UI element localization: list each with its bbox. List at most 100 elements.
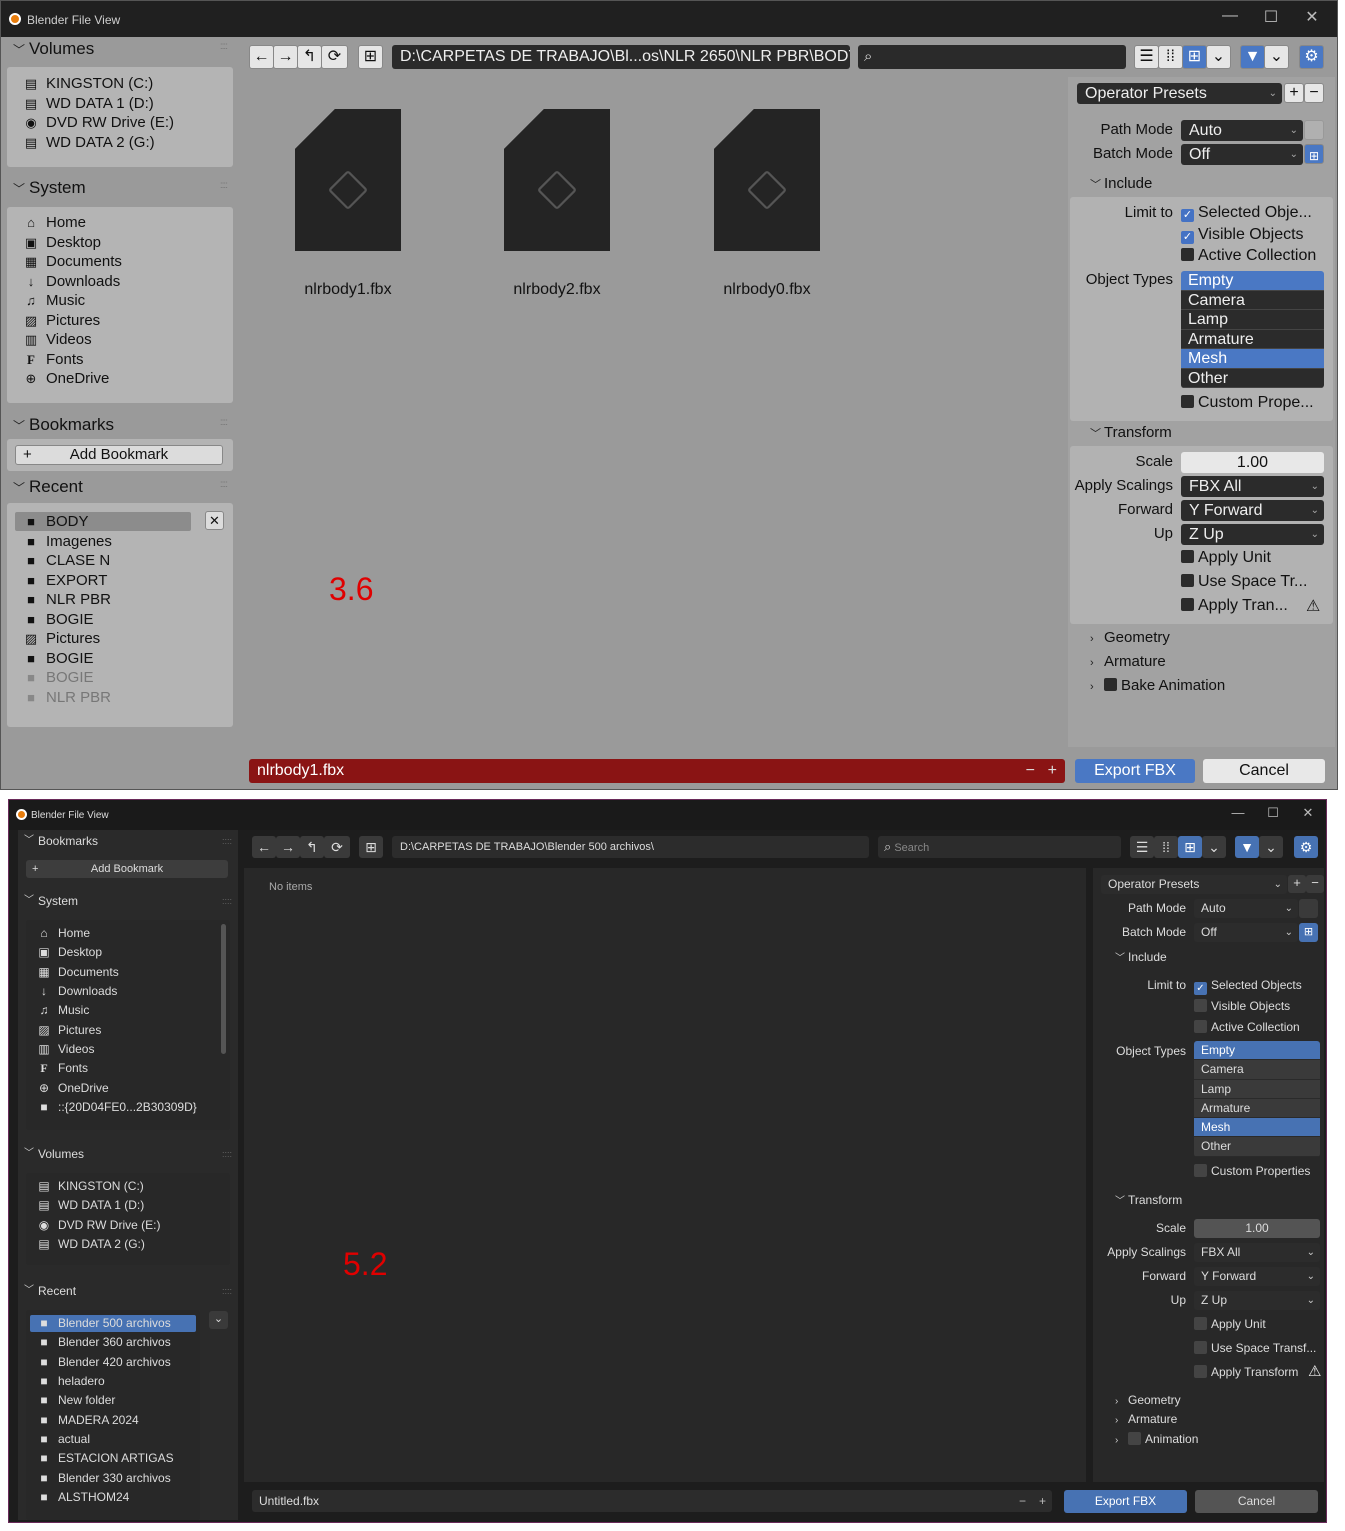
remove-preset-button[interactable]: − [1306,875,1324,893]
object-type-lamp[interactable]: Lamp [1181,310,1324,330]
use-space-transform-checkbox[interactable]: Use Space Tr... [1181,573,1307,591]
settings-gear-icon[interactable]: ⚙ [1299,45,1324,69]
volume-item[interactable]: ▤ WD DATA 1 (D:) [23,95,154,112]
system-item-onedrive[interactable]: ⊕ OneDrive [23,370,110,387]
filter-options-chevron-icon[interactable]: ⌄ [1259,836,1283,858]
close-button[interactable]: ✕ [1297,7,1327,27]
display-options-chevron-icon[interactable]: ⌄ [1206,45,1231,69]
scrollbar[interactable] [221,924,226,1054]
selected-objects-checkbox[interactable]: ✓ Selected Objects [1194,978,1302,995]
system-item-fonts[interactable]: F Fonts [23,351,84,368]
volume-item[interactable]: ◉ DVD RW Drive (E:) [36,1218,161,1232]
recent-item[interactable]: ■ Blender 500 archivos [36,1316,170,1330]
geometry-section-header[interactable]: › Geometry [1115,1393,1181,1407]
object-type-empty[interactable]: Empty [1181,271,1324,291]
system-item-home[interactable]: ⌂ Home [36,926,90,940]
include-section-header[interactable]: ﹀ Include [1090,175,1152,192]
export-fbx-button[interactable]: Export FBX [1075,759,1195,783]
section-header-bookmarks[interactable]: ﹀ Bookmarks:::: [7,415,233,439]
filter-icon[interactable]: ▼ [1240,45,1265,69]
volume-item[interactable]: ▤ WD DATA 2 (G:) [36,1237,145,1251]
active-collection-checkbox[interactable]: Active Collection [1181,247,1316,265]
recent-item[interactable]: ▨ Pictures [23,630,100,647]
apply-unit-checkbox[interactable]: Apply Unit [1194,1317,1266,1331]
recent-item[interactable]: ■ BOGIE [23,669,93,686]
directory-path-field[interactable]: D:\CARPETAS DE TRABAJO\Blender 500 archi… [392,836,869,858]
visible-objects-checkbox[interactable]: ✓ Visible Objects [1181,226,1304,244]
directory-path-field[interactable]: D:\CARPETAS DE TRABAJO\Bl...os\NLR 2650\… [392,45,850,69]
recent-item[interactable]: ■ actual [36,1432,90,1446]
object-type-armature[interactable]: Armature [1181,329,1324,349]
object-type-other[interactable]: Other [1181,368,1324,388]
volume-item[interactable]: ▤ KINGSTON (C:) [23,75,153,92]
batch-mode-dropdown[interactable]: Off ⌄ [1181,144,1303,165]
include-section-header[interactable]: ﹀ Include [1115,949,1167,964]
bake-animation-section-header[interactable]: › Bake Animation [1090,677,1225,695]
recent-item[interactable]: ■ CLASE N [23,552,110,569]
section-header-system[interactable]: ﹀ System:::: [18,890,238,912]
filter-icon[interactable]: ▼ [1235,836,1259,858]
recent-item[interactable]: ■ MADERA 2024 [36,1413,138,1427]
system-item-desktop[interactable]: ▣ Desktop [36,945,102,959]
cancel-button[interactable]: Cancel [1195,1490,1318,1513]
recent-item[interactable]: ■ Blender 360 archivos [36,1335,170,1349]
forward-arrow-icon[interactable]: → [273,45,298,69]
system-item-downloads[interactable]: ↓ Downloads [23,273,120,290]
recent-item[interactable]: ■ BOGIE [23,650,93,667]
new-folder-icon[interactable]: ⊞ [358,45,383,69]
use-space-transform-checkbox[interactable]: Use Space Transf... [1194,1341,1316,1355]
apply-unit-checkbox[interactable]: Apply Unit [1181,549,1271,567]
parent-directory-icon[interactable]: ↰ [300,836,324,858]
add-preset-button[interactable]: + [1288,875,1306,893]
scale-field[interactable]: 1.00 [1181,452,1324,473]
up-dropdown[interactable]: Z Up ⌄ [1181,524,1324,545]
maximize-button[interactable]: ☐ [1258,805,1288,821]
up-dropdown[interactable]: Z Up ⌄ [1194,1291,1320,1310]
add-preset-button[interactable]: + [1284,83,1304,103]
back-arrow-icon[interactable]: ← [252,836,276,858]
custom-properties-checkbox[interactable]: Custom Prope... [1181,394,1314,412]
settings-gear-icon[interactable]: ⚙ [1294,836,1318,858]
section-header-bookmarks[interactable]: ﹀ Bookmarks:::: [18,830,238,852]
display-options-chevron-icon[interactable]: ⌄ [1202,836,1226,858]
object-type-lamp[interactable]: Lamp [1194,1079,1320,1099]
object-type-camera[interactable]: Camera [1181,290,1324,310]
section-header-recent[interactable]: ﹀ Recent:::: [18,1280,238,1302]
display-horizontal-icon[interactable]: ⁞⁞ [1158,45,1183,69]
new-folder-icon[interactable]: ⊞ [359,836,383,858]
cancel-button[interactable]: Cancel [1203,759,1325,783]
object-type-mesh[interactable]: Mesh [1181,349,1324,369]
filename-field[interactable]: nlrbody1.fbx − + [249,759,1065,783]
apply-scalings-dropdown[interactable]: FBX All ⌄ [1194,1243,1320,1262]
recent-item[interactable]: ■ ESTACION ARTIGAS [36,1451,173,1465]
display-thumbnails-icon[interactable]: ⊞ [1182,45,1207,69]
object-type-mesh[interactable]: Mesh [1194,1118,1320,1138]
operator-presets-dropdown[interactable]: Operator Presets ⌄ [1077,83,1282,104]
section-header-volumes[interactable]: ﹀ Volumes:::: [18,1143,238,1165]
recent-item[interactable]: ■ NLR PBR [23,689,111,706]
object-type-armature[interactable]: Armature [1194,1098,1320,1119]
system-item-documents[interactable]: ▦ Documents [36,965,118,979]
system-item-pictures[interactable]: ▨ Pictures [23,312,100,329]
system-item-guid-folder[interactable]: ■::{20D04FE0...2B30309D} [36,1100,196,1114]
refresh-icon[interactable]: ⟳ [324,836,350,858]
system-item-music[interactable]: ♫ Music [23,292,85,309]
system-item-videos[interactable]: ▥ Videos [36,1042,94,1056]
active-collection-checkbox[interactable]: Active Collection [1194,1020,1300,1034]
system-item-fonts[interactable]: F Fonts [36,1061,88,1076]
custom-properties-checkbox[interactable]: Custom Properties [1194,1164,1310,1178]
recent-item[interactable]: ■ BOGIE [23,611,93,628]
system-item-documents[interactable]: ▦ Documents [23,253,122,270]
batch-own-dir-icon[interactable]: ⊞ [1299,923,1318,942]
apply-transform-checkbox[interactable]: Apply Tran... [1181,597,1288,615]
recent-item[interactable]: ■ Blender 330 archivos [36,1471,170,1485]
forward-dropdown[interactable]: Y Forward ⌄ [1181,500,1324,521]
display-list-icon[interactable]: ☰ [1134,45,1159,69]
minimize-button[interactable]: — [1215,7,1245,25]
search-field[interactable]: ⌕ [858,45,1126,69]
embed-textures-icon[interactable] [1299,899,1318,918]
selected-objects-checkbox[interactable]: ✓ Selected Obje... [1181,204,1312,222]
volume-item[interactable]: ▤ KINGSTON (C:) [36,1179,143,1193]
add-bookmark-button[interactable]: + Add Bookmark [15,445,223,465]
recent-item[interactable]: ■ heladero [36,1374,104,1388]
